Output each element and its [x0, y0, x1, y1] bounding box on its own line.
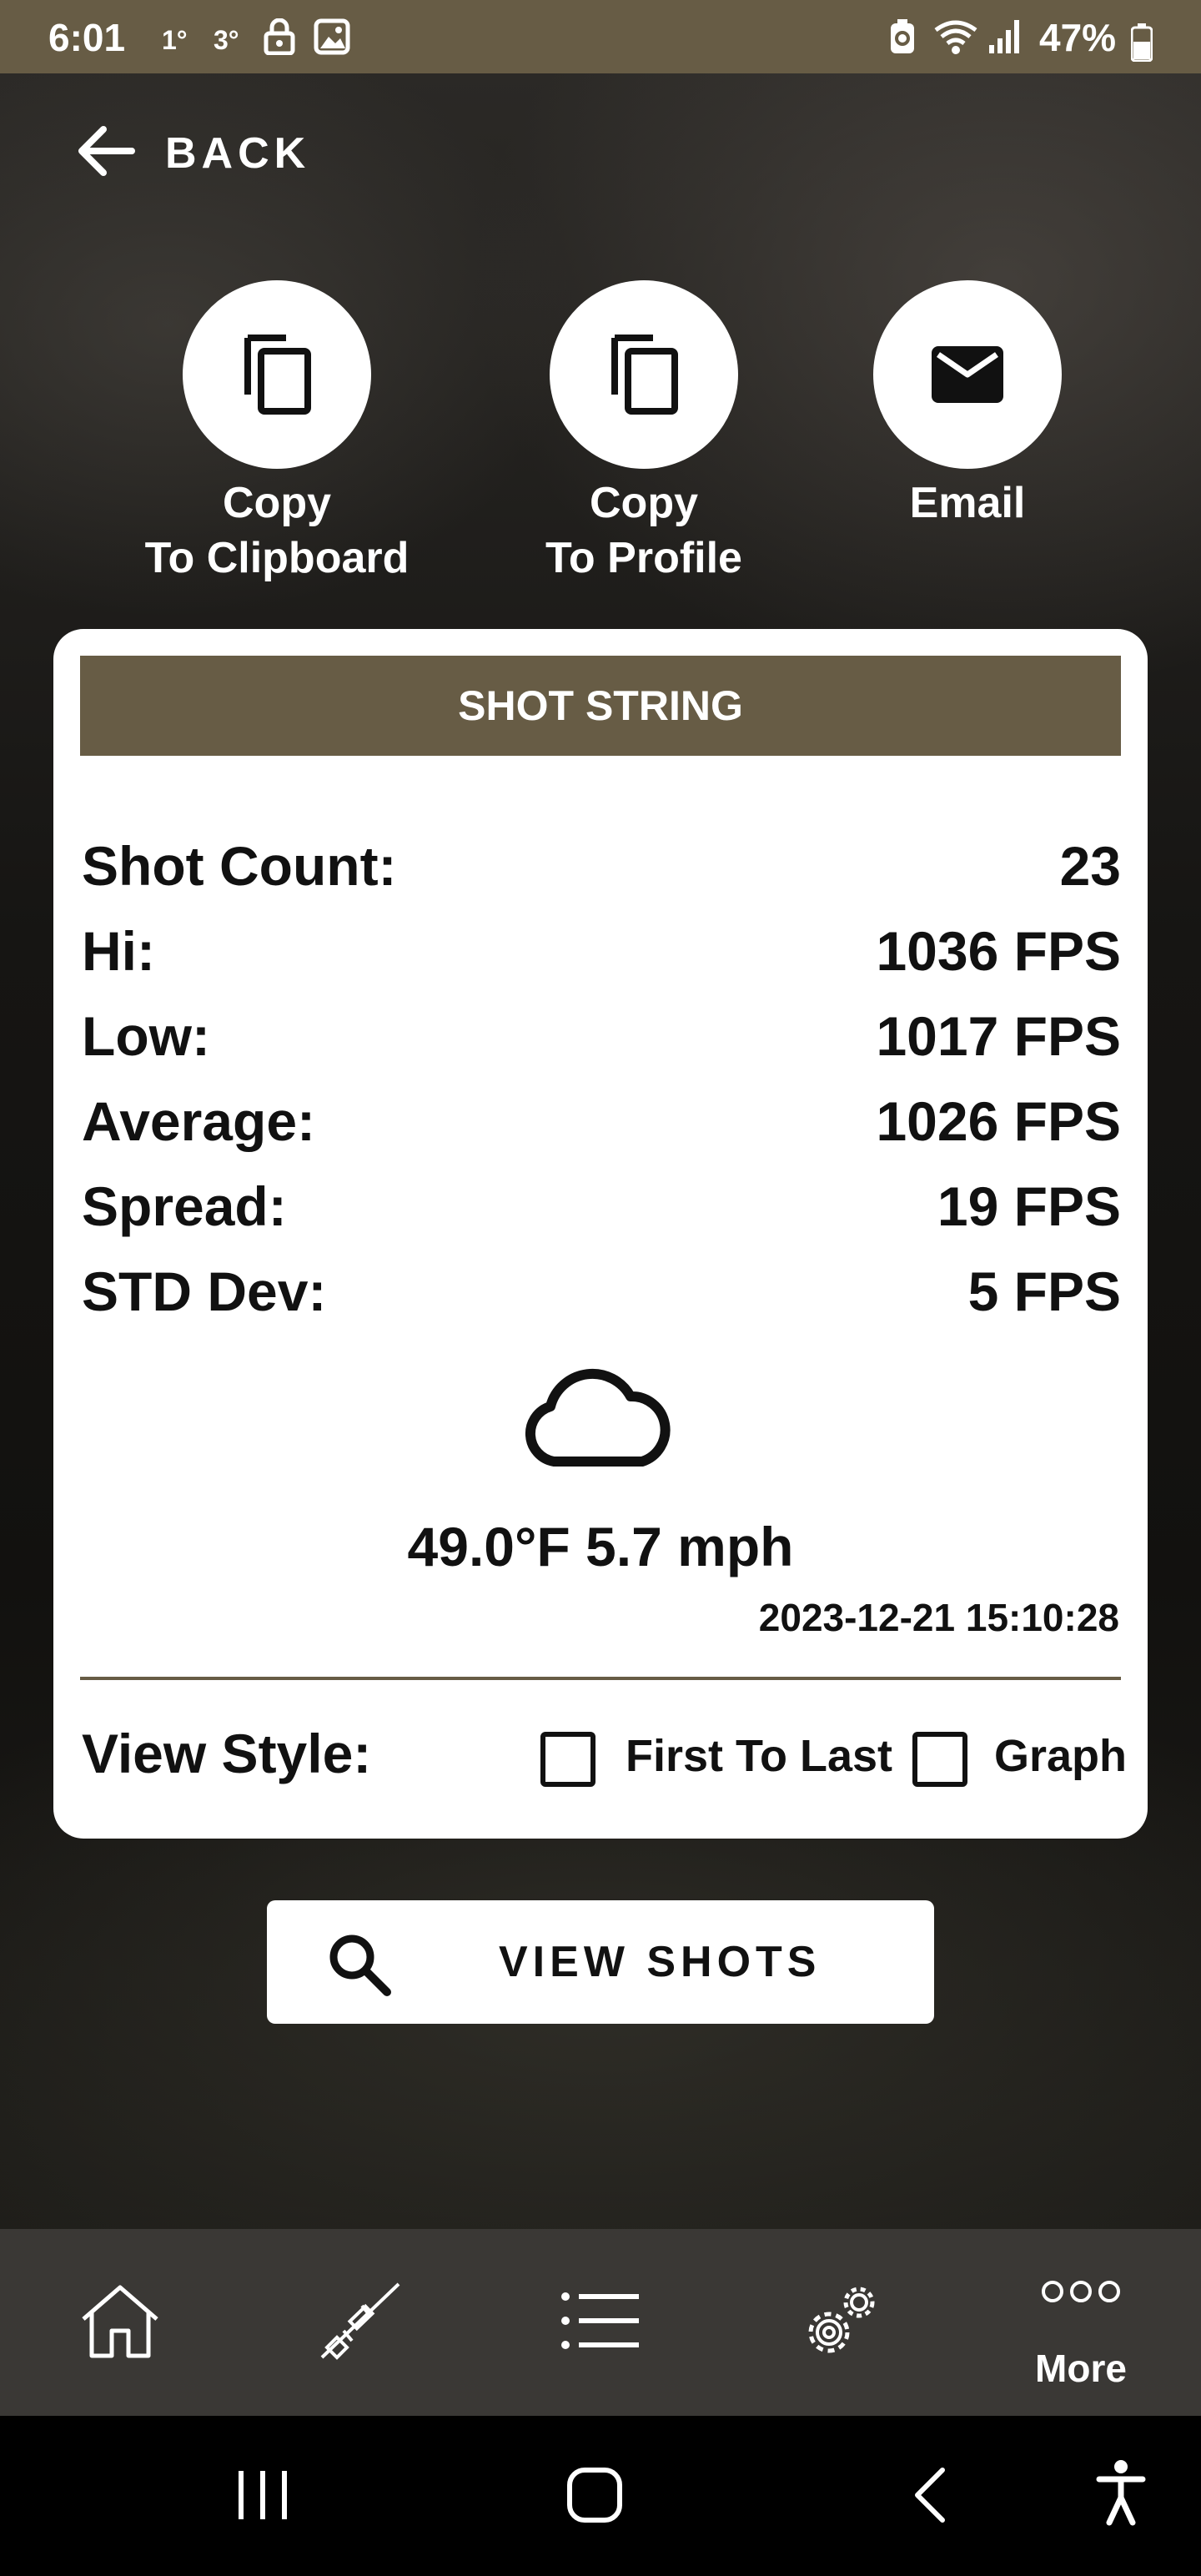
shot-string-card: SHOT STRING Shot Count: 23 Hi: 1036 FPS …: [53, 629, 1148, 1839]
status-temp-2: 3°: [214, 25, 239, 55]
status-time: 6:01: [48, 16, 126, 59]
view-style-label: View Style:: [82, 1723, 372, 1784]
stat-value: 1017 FPS: [876, 1005, 1121, 1067]
action-label-line1: Copy: [223, 479, 331, 527]
settings-icon: [799, 2279, 882, 2367]
stat-value: 5 FPS: [967, 1260, 1121, 1322]
stat-value: 19 FPS: [937, 1175, 1121, 1237]
stat-row: Average: 1026 FPS: [82, 1079, 1121, 1163]
action-label-line2: To Profile: [545, 534, 742, 582]
stat-value: 1026 FPS: [876, 1090, 1121, 1152]
status-temp-1: 1°: [162, 25, 188, 55]
wifi-icon: [932, 18, 979, 59]
cloud-icon: [520, 1363, 674, 1472]
nav-list[interactable]: [480, 2229, 721, 2416]
recent-apps-icon[interactable]: [234, 2466, 292, 2528]
action-label-line2: To Clipboard: [144, 534, 410, 582]
accessibility-icon[interactable]: [1096, 2459, 1146, 2530]
copy-icon: [183, 280, 371, 469]
more-label: More: [1035, 2347, 1127, 2390]
bottom-nav: More: [0, 2229, 1201, 2416]
arrow-left-icon: [77, 125, 135, 181]
stat-label: Spread:: [82, 1175, 287, 1237]
battery-percent: 47%: [1039, 16, 1117, 59]
lock-icon: [264, 18, 295, 59]
stat-row: Spread: 19 FPS: [82, 1165, 1121, 1248]
weather-summary: 49.0°F 5.7 mph: [407, 1516, 794, 1577]
action-label-line1: Copy: [590, 479, 698, 527]
stat-label: Hi:: [82, 920, 155, 982]
graph-label[interactable]: Graph: [994, 1730, 1127, 1782]
first-to-last-label[interactable]: First To Last: [626, 1730, 892, 1782]
stat-row: STD Dev: 5 FPS: [82, 1250, 1121, 1333]
card-title: SHOT STRING: [80, 656, 1121, 756]
stat-row: Shot Count: 23: [82, 824, 1121, 908]
graph-checkbox[interactable]: [912, 1732, 967, 1787]
email-button[interactable]: Email: [817, 280, 1118, 531]
stat-label: Shot Count:: [82, 835, 397, 897]
stat-label: Low:: [82, 1005, 210, 1067]
battery-saver-icon: [887, 18, 917, 59]
back-label: BACK: [165, 128, 311, 178]
stat-label: Average:: [82, 1090, 316, 1152]
timestamp: 2023-12-21 15:10:28: [758, 1596, 1119, 1639]
home-system-icon[interactable]: [565, 2466, 624, 2528]
copy-to-profile-button[interactable]: Copy To Profile: [494, 280, 794, 586]
back-button[interactable]: BACK: [77, 125, 310, 181]
back-system-icon[interactable]: [909, 2466, 951, 2528]
first-to-last-checkbox[interactable]: [540, 1732, 595, 1787]
list-icon: [560, 2290, 641, 2356]
copy-icon: [550, 280, 738, 469]
divider: [80, 1677, 1121, 1680]
nav-settings[interactable]: [721, 2229, 961, 2416]
rifle-icon: [319, 2281, 402, 2365]
status-bar: 6:01 1° 3° 47%: [0, 0, 1201, 73]
nav-more[interactable]: More: [961, 2229, 1201, 2416]
nav-rifle[interactable]: [240, 2229, 480, 2416]
home-icon: [78, 2282, 162, 2363]
more-icon: [1041, 2279, 1121, 2308]
battery-icon: [1130, 23, 1153, 66]
view-shots-button[interactable]: VIEW SHOTS: [267, 1900, 934, 2024]
stat-row: Hi: 1036 FPS: [82, 909, 1121, 993]
view-shots-label: VIEW SHOTS: [499, 1938, 822, 1986]
gallery-icon: [314, 18, 350, 59]
copy-to-clipboard-button[interactable]: Copy To Clipboard: [127, 280, 427, 586]
stat-row: Low: 1017 FPS: [82, 994, 1121, 1078]
search-icon: [325, 1930, 392, 2001]
email-icon: [873, 280, 1062, 469]
action-label: Email: [909, 479, 1026, 527]
nav-home[interactable]: [0, 2229, 240, 2416]
signal-icon: [987, 18, 1024, 59]
stat-value: 1036 FPS: [876, 920, 1121, 982]
stat-label: STD Dev:: [82, 1260, 327, 1322]
stat-value: 23: [1059, 835, 1121, 897]
system-nav-bar: [0, 2416, 1201, 2576]
